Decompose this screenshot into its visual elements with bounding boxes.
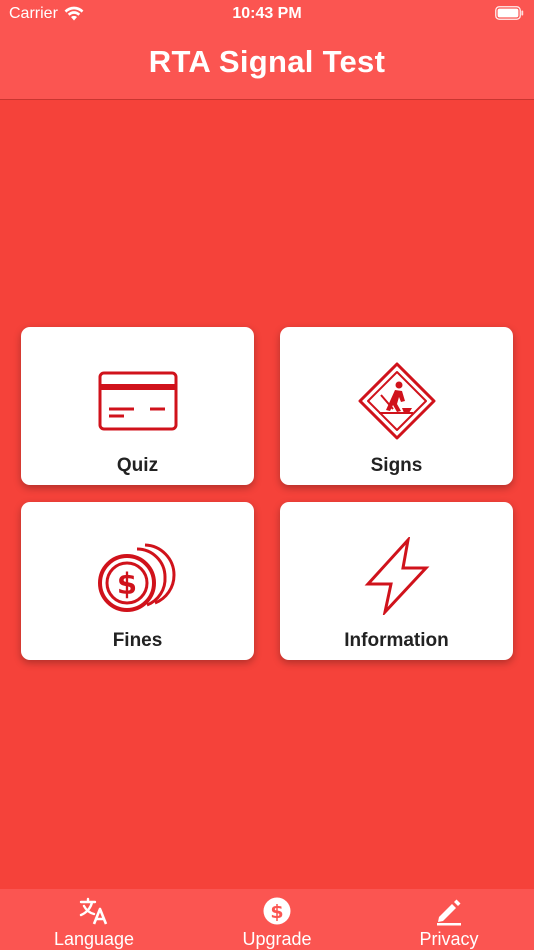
signs-card-label: Signs [370, 455, 423, 476]
status-bar: Carrier 10:43 PM [0, 0, 534, 30]
svg-text:$: $ [270, 901, 283, 923]
status-time: 10:43 PM [232, 5, 302, 22]
information-card-label: Information [344, 630, 449, 651]
coins-dollar-icon: $ [97, 543, 176, 612]
credit-card-icon [98, 371, 177, 431]
tab-language-label: Language [53, 929, 135, 949]
quiz-card[interactable]: Quiz [21, 327, 254, 485]
tab-language[interactable]: Language [5, 889, 183, 950]
dollar-circle-icon: $ [263, 897, 291, 925]
pencil-icon [437, 899, 461, 926]
road-work-sign-icon [358, 362, 435, 440]
tab-upgrade[interactable]: $ Upgrade [188, 889, 366, 950]
page-title: RTA Signal Test [148, 44, 386, 79]
lightning-bolt-icon [364, 537, 429, 615]
fines-card[interactable]: $ Fines [21, 502, 254, 660]
information-card[interactable]: Information [280, 502, 513, 660]
tab-privacy-label: Privacy [419, 929, 479, 949]
battery-icon [495, 6, 524, 20]
app-header: Carrier 10:43 PM RTA Signal Test [0, 0, 534, 100]
quiz-card-label: Quiz [116, 455, 159, 476]
tab-upgrade-label: Upgrade [242, 929, 312, 949]
translate-icon [79, 897, 108, 925]
svg-text:$: $ [116, 567, 136, 601]
signs-card[interactable]: Signs [280, 327, 513, 485]
bottom-tab-bar: Language $ Upgrade Privacy [0, 889, 534, 950]
fines-card-label: Fines [112, 630, 163, 651]
tab-privacy[interactable]: Privacy [360, 889, 534, 950]
